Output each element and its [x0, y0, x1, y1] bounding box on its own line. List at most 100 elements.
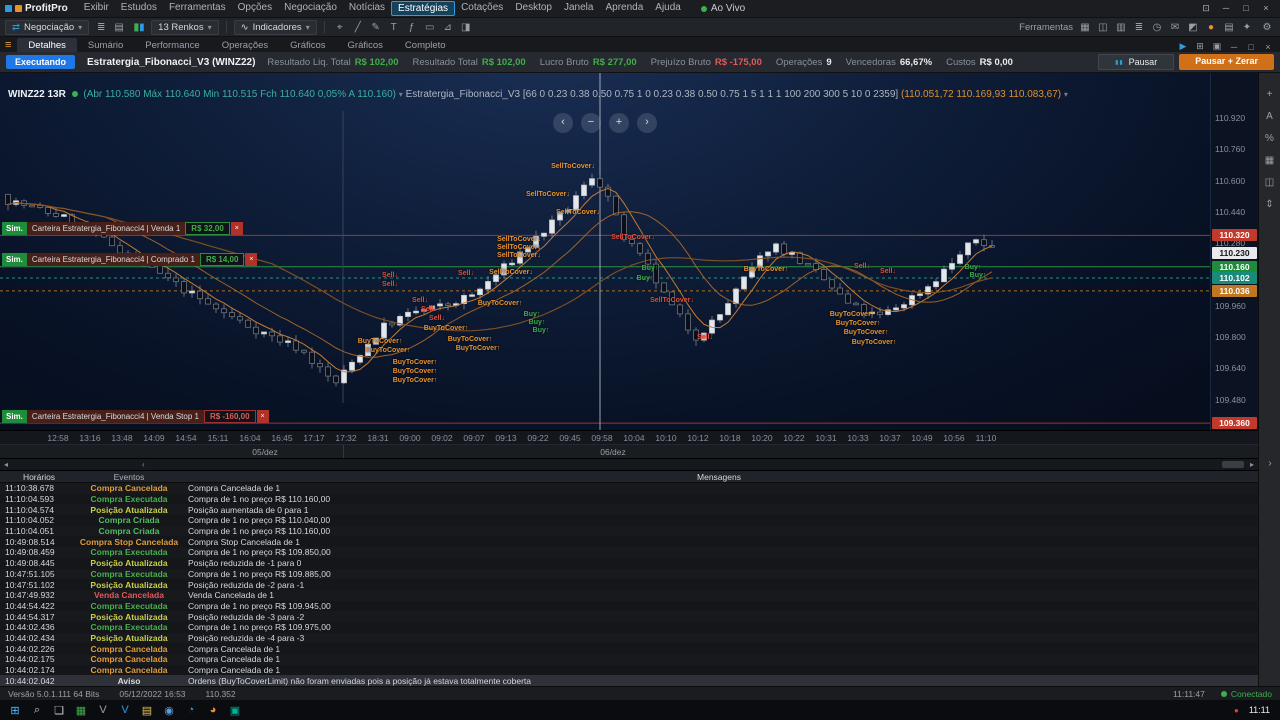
fibonacci-icon[interactable]: ƒ: [404, 20, 420, 35]
start-button[interactable]: ⊞: [4, 701, 26, 719]
tab-completo-6[interactable]: Completo: [394, 38, 457, 52]
menu-notícias[interactable]: Notícias: [343, 1, 391, 16]
menu-cotações[interactable]: Cotações: [455, 1, 509, 16]
mail-icon[interactable]: ✉: [1167, 20, 1183, 35]
nav-zoom-out-button[interactable]: −: [581, 113, 601, 133]
menu-estudos[interactable]: Estudos: [115, 1, 163, 16]
log-row[interactable]: 10:47:49.932 Venda Cancelada Venda Cancela…: [0, 589, 1258, 601]
star-icon[interactable]: ✦: [1239, 20, 1255, 35]
monitor-icon[interactable]: ⊡: [1197, 3, 1215, 14]
log-row[interactable]: 10:49:08.514 Compra Stop Cancelada Compra …: [0, 536, 1258, 547]
chart-layout-icon[interactable]: ▤: [111, 20, 127, 35]
close-position-icon[interactable]: ×: [230, 222, 243, 235]
close-icon[interactable]: ×: [1257, 3, 1275, 14]
split-view-icon[interactable]: ◫: [1095, 20, 1111, 35]
scrollbar-thumb[interactable]: [1222, 461, 1244, 468]
grid-toggle-icon[interactable]: ▦: [1265, 155, 1274, 166]
menu-ajuda[interactable]: Ajuda: [649, 1, 687, 16]
text-tool-icon[interactable]: T: [386, 20, 402, 35]
ruler-icon[interactable]: ⊿: [440, 20, 456, 35]
horizontal-scrollbar[interactable]: ◂ ‹ ▸: [0, 458, 1258, 470]
tab-performance-2[interactable]: Performance: [134, 38, 210, 52]
position-tag-0[interactable]: Sim. Carteira Estratergia_Fibonacci4 | Ve…: [2, 222, 243, 235]
notes-app-icon[interactable]: ▦: [70, 701, 92, 719]
chevron-down-icon[interactable]: ▾: [1064, 90, 1068, 99]
candlestick-chart[interactable]: WINZ22 13R (Abr 110.580 Máx 110.640 Min …: [0, 73, 1210, 430]
scroll-right-icon[interactable]: ›: [1259, 458, 1280, 469]
v-blue-app-icon[interactable]: V: [114, 701, 136, 719]
alert-icon[interactable]: ●: [1203, 20, 1219, 35]
scroll-right-icon[interactable]: ▸: [1246, 459, 1258, 470]
log-row[interactable]: 10:44:54.422 Compra Executada Compra de 1 …: [0, 601, 1258, 612]
settings-gear-icon[interactable]: ⚙: [1259, 20, 1275, 35]
close-position-icon[interactable]: ×: [256, 410, 269, 423]
notification-badge-icon[interactable]: ●: [1234, 706, 1239, 715]
log-row[interactable]: 10:47:51.105 Compra Executada Compra de 1 …: [0, 568, 1258, 580]
log-row[interactable]: 10:44:02.042 Aviso Ordens (BuyToCoverLimit…: [0, 675, 1258, 686]
log-row[interactable]: 11:10:04.052 Compra Criada Compra de 1 no …: [0, 515, 1258, 526]
panel-minimize-icon[interactable]: ─: [1227, 42, 1241, 52]
jump-back-icon[interactable]: ‹: [142, 459, 145, 470]
grid-layout-icon[interactable]: ▦: [1077, 20, 1093, 35]
tab-gráficos-5[interactable]: Gráficos: [337, 38, 394, 52]
renko-dropdown[interactable]: 13 Renkos ▾: [151, 19, 219, 35]
taskbar-clock[interactable]: 11:11: [1249, 705, 1270, 715]
layout-icon[interactable]: ▤: [1221, 20, 1237, 35]
chevron-down-icon[interactable]: ▾: [399, 90, 403, 99]
time-axis[interactable]: 12:58 13:16 13:48 14:09 14:54 15:11 16:04 16:45…: [0, 430, 1258, 444]
log-row[interactable]: 10:44:02.434 Posição Atualizada Posição re…: [0, 632, 1258, 644]
log-row[interactable]: 10:49:08.459 Compra Executada Compra de 1 …: [0, 547, 1258, 558]
indicadores-dropdown[interactable]: ∿ Indicadores ▾: [233, 19, 317, 35]
firefox-icon[interactable]: ◕: [202, 701, 224, 719]
close-position-icon[interactable]: ×: [245, 253, 258, 266]
search-icon[interactable]: ⌕: [26, 701, 48, 719]
menu-aprenda[interactable]: Aprenda: [599, 1, 649, 16]
clock-icon[interactable]: ◷: [1149, 20, 1165, 35]
eraser-icon[interactable]: ◨: [458, 20, 474, 35]
pencil-icon[interactable]: ✎: [368, 20, 384, 35]
menu-ferramentas[interactable]: Ferramentas: [163, 1, 232, 16]
tab-gráficos-4[interactable]: Gráficos: [279, 38, 336, 52]
candlestick-icon[interactable]: ▮ ▮: [131, 20, 147, 35]
order-book-icon[interactable]: ≣: [93, 20, 109, 35]
log-row[interactable]: 10:44:02.226 Compra Cancelada Compra Cance…: [0, 643, 1258, 654]
file-explorer-icon[interactable]: ▤: [136, 701, 158, 719]
maximize-icon[interactable]: □: [1237, 3, 1255, 14]
export-icon[interactable]: ⊞: [1193, 41, 1207, 52]
minimize-icon[interactable]: ─: [1217, 3, 1235, 14]
log-row[interactable]: 11:10:38.678 Compra Cancelada Compra Cance…: [0, 483, 1258, 494]
hamburger-menu-icon[interactable]: ≡: [5, 39, 11, 51]
price-axis[interactable]: 110.920 110.760 110.600 110.440 110.280 109.9…: [1210, 73, 1258, 430]
position-tag-1[interactable]: Sim. Carteira Estratergia_Fibonacci4 | Co…: [2, 253, 258, 266]
tab-sumário-1[interactable]: Sumário: [77, 38, 134, 52]
nav-back-button[interactable]: ‹: [553, 113, 573, 133]
log-row[interactable]: 11:10:04.593 Compra Executada Compra de 1 …: [0, 494, 1258, 505]
pause-button[interactable]: ▮▮ Pausar: [1098, 54, 1175, 70]
chart-panel-icon[interactable]: ▥: [1113, 20, 1129, 35]
log-row[interactable]: 10:44:54.317 Posição Atualizada Posição re…: [0, 611, 1258, 622]
edge-icon[interactable]: ◔: [180, 701, 202, 719]
pause-zero-button[interactable]: Pausar + Zerar: [1179, 54, 1274, 70]
nav-forward-button[interactable]: ›: [637, 113, 657, 133]
log-row[interactable]: 10:49:08.445 Posição Atualizada Posição re…: [0, 558, 1258, 569]
expand-chart-icon[interactable]: ⇕: [1265, 199, 1273, 210]
negociacao-dropdown[interactable]: ⇄ Negociação ▾: [5, 19, 90, 35]
log-row[interactable]: 10:47:51.102 Posição Atualizada Posição re…: [0, 579, 1258, 590]
position-tag-2[interactable]: Sim. Carteira Estratergia_Fibonacci4 | Ve…: [2, 410, 269, 423]
log-row[interactable]: 11:10:04.574 Posição Atualizada Posição au…: [0, 504, 1258, 516]
menu-opções[interactable]: Opções: [232, 1, 278, 16]
text-size-icon[interactable]: A: [1266, 111, 1273, 122]
chrome-icon[interactable]: ◉: [158, 701, 180, 719]
log-row[interactable]: 10:44:02.436 Compra Executada Compra de 1 …: [0, 622, 1258, 633]
v-gray-app-icon[interactable]: V: [92, 701, 114, 719]
pin-icon[interactable]: ▣: [1210, 41, 1224, 52]
list-panel-icon[interactable]: ≣: [1131, 20, 1147, 35]
executing-status-button[interactable]: Executando: [6, 55, 76, 69]
rectangle-icon[interactable]: ▭: [422, 20, 438, 35]
percent-scale-icon[interactable]: %: [1265, 133, 1274, 144]
menu-estratégias[interactable]: Estratégias: [391, 1, 456, 16]
teal-app-icon[interactable]: ▣: [224, 701, 246, 719]
log-row[interactable]: 10:44:02.174 Compra Cancelada Compra Cance…: [0, 665, 1258, 676]
menu-desktop[interactable]: Desktop: [509, 1, 558, 16]
menu-exibir[interactable]: Exibir: [78, 1, 115, 16]
